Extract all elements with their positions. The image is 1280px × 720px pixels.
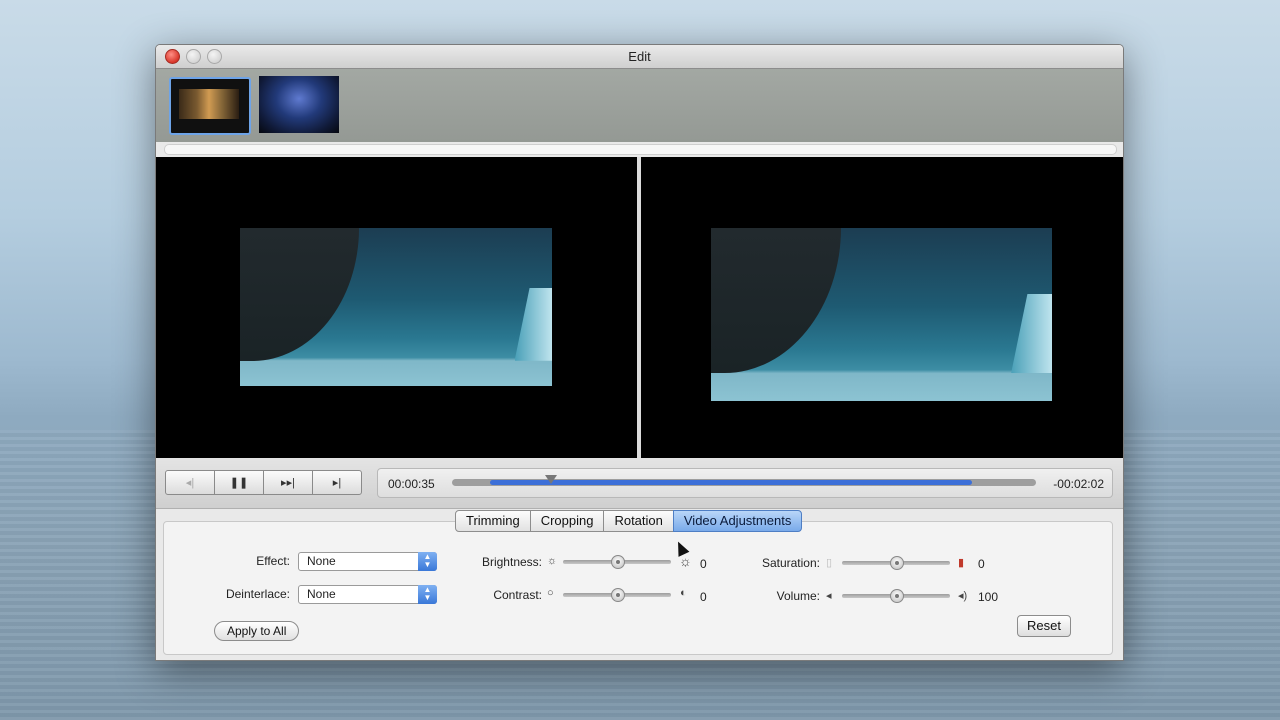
saturation-slider-knob[interactable] <box>890 556 904 570</box>
brightness-slider[interactable] <box>563 555 671 569</box>
effect-value: None <box>307 554 336 568</box>
skip-end-icon: ▸| <box>332 477 342 489</box>
pause-icon: ❚❚ <box>229 477 249 489</box>
volume-slider[interactable] <box>842 589 950 603</box>
saturation-low-icon: ▯ <box>826 557 833 569</box>
saturation-label: Saturation: <box>761 556 820 570</box>
preview-divider <box>637 157 641 458</box>
preview-area <box>156 157 1123 458</box>
output-preview <box>711 228 1052 401</box>
tab-video-adjustments[interactable]: Video Adjustments <box>672 510 803 532</box>
deinterlace-label: Deinterlace: <box>225 587 290 601</box>
contrast-slider[interactable] <box>563 588 671 602</box>
skip-to-start-button[interactable]: ◂| <box>165 470 215 495</box>
contrast-slider-knob[interactable] <box>611 588 625 602</box>
contrast-label: Contrast: <box>493 588 542 602</box>
tab-trimming[interactable]: Trimming <box>455 510 531 532</box>
deinterlace-select[interactable]: None ▲ ▼ <box>298 585 437 604</box>
volume-slider-knob[interactable] <box>890 589 904 603</box>
clip-thumbnail-1[interactable] <box>169 77 251 135</box>
effect-select[interactable]: None ▲ ▼ <box>298 552 437 571</box>
original-preview <box>240 228 552 386</box>
title-bar[interactable]: Edit <box>156 45 1123 69</box>
edit-tabs: Trimming Cropping Rotation Video Adjustm… <box>455 510 803 532</box>
saturation-slider[interactable] <box>842 556 950 570</box>
brightness-value: 0 <box>700 557 707 571</box>
playhead[interactable] <box>545 475 557 484</box>
fast-forward-button[interactable]: ▸▸| <box>263 470 313 495</box>
thumbnail-scrollbar[interactable] <box>164 144 1117 155</box>
skip-back-icon: ◂| <box>185 477 195 489</box>
skip-to-end-button[interactable]: ▸| <box>312 470 362 495</box>
pause-button[interactable]: ❚❚ <box>214 470 264 495</box>
window-title: Edit <box>628 49 651 64</box>
timeline-progress <box>490 480 972 485</box>
playback-controls: ◂| ❚❚ ▸▸| ▸| 00:00:35 -00:02:02 <box>156 458 1123 509</box>
volume-value: 100 <box>978 590 999 604</box>
brightness-slider-knob[interactable] <box>611 555 625 569</box>
clip-thumbnail-strip <box>156 69 1123 142</box>
volume-high-icon: ◂) <box>958 590 968 602</box>
clip-thumbnail-2[interactable] <box>259 76 339 133</box>
select-arrows-icon: ▲ ▼ <box>418 585 437 604</box>
volume-label: Volume: <box>776 589 820 603</box>
brightness-low-icon: ☼ <box>547 555 558 567</box>
effect-label: Effect: <box>256 554 290 568</box>
saturation-value: 0 <box>978 557 985 571</box>
remaining-time: -00:02:02 <box>1053 477 1104 491</box>
fast-forward-icon: ▸▸| <box>281 477 295 489</box>
timeline-slider[interactable] <box>452 475 1036 486</box>
select-arrows-icon: ▲ ▼ <box>418 552 437 571</box>
brightness-label: Brightness: <box>481 555 542 569</box>
reset-button[interactable]: Reset <box>1017 615 1071 637</box>
tab-rotation[interactable]: Rotation <box>603 510 674 532</box>
saturation-high-icon: ▮ <box>958 557 965 569</box>
volume-low-icon: ◂ <box>826 590 832 602</box>
apply-to-all-button[interactable]: Apply to All <box>214 621 300 641</box>
timeline: 00:00:35 -00:02:02 <box>377 468 1113 498</box>
contrast-low-icon: ○ <box>547 587 554 599</box>
deinterlace-value: None <box>307 587 336 601</box>
current-time: 00:00:35 <box>388 477 435 491</box>
contrast-value: 0 <box>700 590 707 604</box>
tab-cropping[interactable]: Cropping <box>529 510 605 532</box>
contrast-high-icon: ◐ <box>680 587 687 599</box>
